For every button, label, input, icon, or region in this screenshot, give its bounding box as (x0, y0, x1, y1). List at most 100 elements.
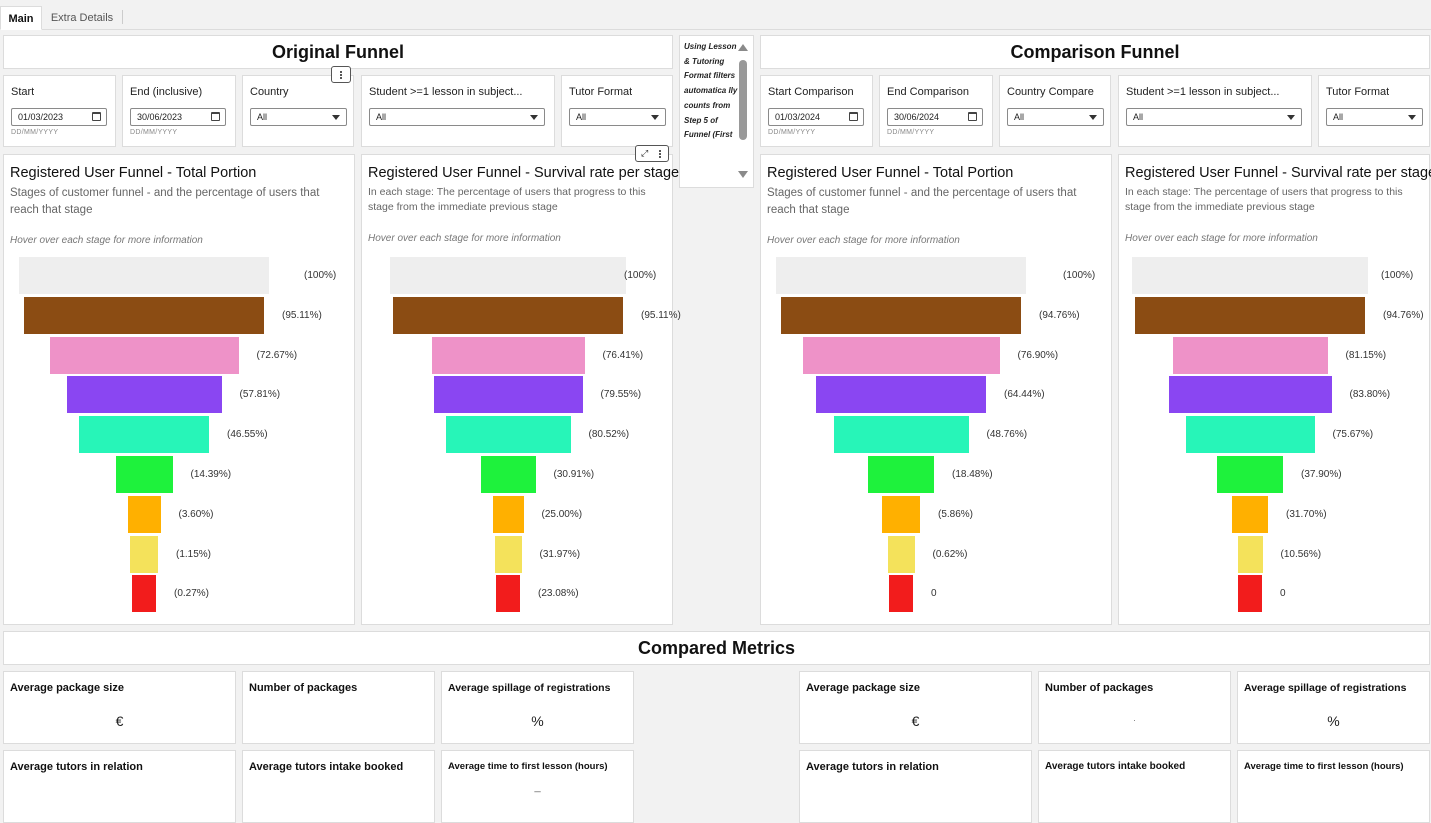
funnel-stage-label: (81.15%) (1345, 349, 1387, 361)
metric-card: Average tutors intake booked (242, 750, 435, 823)
chevron-down-icon (1089, 115, 1097, 120)
more-options-button[interactable] (331, 66, 351, 83)
metric-card: Average tutors intake booked (1038, 750, 1231, 823)
funnel-stage-bar[interactable] (882, 495, 920, 533)
funnel-stage-bar[interactable] (132, 575, 156, 613)
funnel-stage-bar[interactable] (781, 296, 1021, 334)
funnel-stage-bar[interactable] (130, 535, 158, 573)
country-compare-control: Country Compare All (999, 75, 1111, 147)
scroll-up-icon[interactable] (738, 44, 748, 51)
funnel-stage-bar[interactable] (433, 376, 583, 414)
start-comparison-control: Start Comparison 01/03/2024 DD/MM/YYYY (760, 75, 873, 147)
original-funnel-header: Original Funnel (3, 35, 673, 69)
funnel-stage-bar[interactable] (445, 416, 571, 454)
funnel-stage-bar[interactable] (494, 535, 522, 573)
funnel-stage-bar[interactable] (1238, 575, 1262, 613)
end-comparison-value: 30/06/2024 (894, 112, 940, 122)
funnel-stage-bar[interactable] (496, 575, 520, 613)
country-select-value: All (257, 112, 268, 122)
country-compare-label: Country Compare (1007, 86, 1094, 98)
funnel-stage-bar[interactable] (1135, 296, 1365, 334)
funnel-stage-label: (5.86%) (938, 508, 974, 520)
funnel-stage-bar[interactable] (1132, 257, 1368, 294)
chart-hint: Hover over each stage for more informati… (368, 233, 561, 244)
comparison-funnel-title: Comparison Funnel (1010, 41, 1180, 62)
funnel-stage-label: (94.76%) (1383, 309, 1424, 321)
end-comparison-input[interactable]: 30/06/2024 (887, 108, 983, 126)
calendar-icon[interactable] (849, 112, 858, 121)
tutor-format-select[interactable]: All (569, 108, 666, 126)
chart-hint: Hover over each stage for more informati… (767, 235, 960, 246)
end-date-input[interactable]: 30/06/2023 (130, 108, 226, 126)
funnel-stage-label: (14.39%) (190, 469, 232, 480)
start-comparison-input[interactable]: 01/03/2024 (768, 108, 864, 126)
student-lesson-compare-select[interactable]: All (1126, 108, 1302, 126)
funnel-stage-bar[interactable] (19, 257, 269, 294)
country-control: Country All (242, 75, 354, 147)
chart-hint: Hover over each stage for more informati… (10, 235, 203, 246)
funnel-stage-bar[interactable] (887, 535, 915, 573)
funnel-stage-label: (10.56%) (1280, 548, 1322, 560)
filter-note-text: Using Lesson & Tutoring Format filters a… (684, 42, 738, 140)
country-compare-select-value: All (1014, 112, 1025, 122)
scroll-down-icon[interactable] (738, 171, 748, 178)
funnel-stage-bar[interactable] (127, 495, 161, 533)
chart-hint: Hover over each stage for more informati… (1125, 233, 1318, 244)
funnel-stage-bar[interactable] (1217, 456, 1283, 493)
funnel-stage-bar[interactable] (66, 376, 222, 414)
visual-options-button[interactable]: ⤢ (635, 145, 669, 162)
scroll-thumb[interactable] (739, 60, 747, 140)
funnel-stage-bar[interactable] (889, 575, 913, 613)
funnel-stage-label: (100%) (1381, 270, 1414, 281)
tab-extra-details[interactable]: Extra Details (44, 6, 120, 30)
funnel-stage-bar[interactable] (1172, 336, 1328, 374)
country-compare-select[interactable]: All (1007, 108, 1104, 126)
funnel-stage-bar[interactable] (492, 495, 524, 533)
funnel-stage-label: (95.11%) (282, 309, 322, 321)
original-total-funnel-chart: Registered User Funnel - Total Portion S… (3, 154, 355, 625)
country-select[interactable]: All (250, 108, 347, 126)
funnel-stage-bar[interactable] (833, 416, 969, 454)
tutor-format-compare-select[interactable]: All (1326, 108, 1423, 126)
end-date-control: End (inclusive) 30/06/2023 DD/MM/YYYY (122, 75, 236, 147)
funnel-stage-bar[interactable] (390, 257, 626, 294)
funnel-stage-bar[interactable] (480, 456, 536, 493)
student-lesson-compare-select-value: All (1133, 112, 1144, 122)
student-lesson-select[interactable]: All (369, 108, 545, 126)
metric-title: Average spillage of registrations (1244, 682, 1407, 694)
calendar-icon[interactable] (92, 112, 101, 121)
funnel-stage-label: (1.15%) (176, 548, 212, 560)
funnel-stage-bar[interactable] (816, 376, 986, 414)
funnel-stage-bar[interactable] (776, 257, 1026, 294)
funnel-stage-bar[interactable] (49, 336, 239, 374)
metric-title: Average tutors in relation (10, 761, 143, 773)
funnel-stage-bar[interactable] (115, 456, 173, 493)
funnel-stage-bar[interactable] (79, 416, 209, 454)
expand-icon[interactable]: ⤢ (641, 149, 648, 158)
calendar-icon[interactable] (211, 112, 220, 121)
funnel-stage-bar[interactable] (24, 296, 264, 334)
funnel-stage-label: (100%) (304, 270, 337, 281)
funnel-stage-bar[interactable] (802, 336, 1000, 374)
metric-title: Average package size (806, 682, 920, 694)
funnel-stage-bar[interactable] (1185, 416, 1315, 454)
chart-title: Registered User Funnel - Survival rate p… (368, 165, 680, 181)
funnel-stage-label: (75.67%) (1332, 429, 1374, 441)
start-date-input[interactable]: 01/03/2023 (11, 108, 107, 126)
metric-title: Average package size (10, 682, 124, 694)
end-comparison-control: End Comparison 30/06/2024 DD/MM/YYYY (879, 75, 993, 147)
funnel-stage-bar[interactable] (431, 336, 585, 374)
note-scrollbar[interactable] (738, 44, 748, 178)
chevron-down-icon (651, 115, 659, 120)
funnel-stage-bar[interactable] (1237, 535, 1263, 573)
funnel-stage-bar[interactable] (1232, 495, 1268, 533)
tab-main[interactable]: Main (0, 6, 42, 30)
funnel-stage-label: (79.55%) (600, 389, 642, 401)
student-lesson-select-value: All (376, 112, 387, 122)
funnel-stage-bar[interactable] (1168, 376, 1332, 414)
calendar-icon[interactable] (968, 112, 977, 121)
funnel-stage-bar[interactable] (868, 456, 934, 493)
chevron-down-icon (1408, 115, 1416, 120)
funnel-stage-bar[interactable] (393, 296, 623, 334)
funnel-stage-label: (48.76%) (986, 429, 1028, 441)
